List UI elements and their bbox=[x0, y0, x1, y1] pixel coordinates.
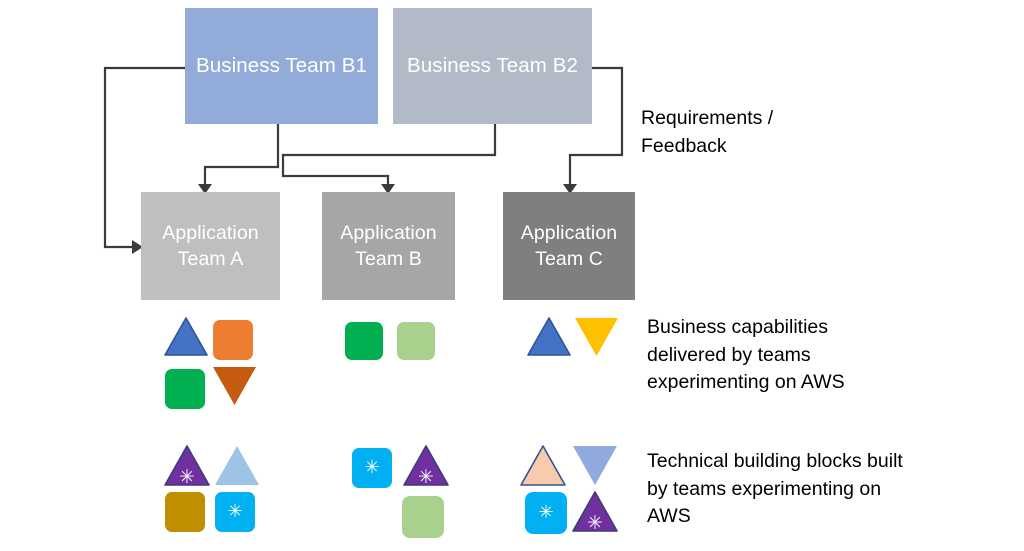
application-team-b-box[interactable]: Application Team B bbox=[322, 192, 455, 300]
wire-b2-to-team-b bbox=[281, 124, 497, 184]
triangle-up-blue-icon bbox=[164, 317, 208, 356]
legend-technical-building-blocks: Technical building blocks built by teams… bbox=[647, 450, 903, 528]
square-dark-gold-icon bbox=[165, 492, 205, 532]
square-cyan-asterisk-icon: ✳ bbox=[215, 492, 255, 532]
business-team-b1-box[interactable]: Business Team B1 bbox=[185, 8, 378, 124]
triangle-down-rust-icon bbox=[213, 367, 256, 405]
square-light-green-icon bbox=[402, 496, 444, 538]
application-team-a-label-line2: Team A bbox=[177, 248, 244, 270]
legend-business-capabilities: Business capabilities delivered by teams… bbox=[647, 316, 845, 394]
triangle-up-purple-asterisk-icon: ✳ bbox=[403, 445, 449, 487]
application-team-b-label-line1: Application bbox=[340, 221, 437, 244]
application-team-a-box[interactable]: Application Team A bbox=[141, 192, 280, 300]
triangle-down-yellow-icon bbox=[575, 318, 618, 356]
application-team-a-label-line1: Application bbox=[162, 221, 259, 244]
business-team-b1-label: Business Team B1 bbox=[195, 54, 367, 78]
application-team-b-label: Application Team B bbox=[340, 220, 437, 273]
triangle-up-purple-asterisk-icon: ✳ bbox=[164, 445, 210, 487]
triangle-up-light-blue-icon bbox=[215, 446, 259, 485]
application-team-a-label: Application Team A bbox=[162, 220, 259, 273]
application-team-c-label-line2: Team C bbox=[535, 248, 603, 270]
business-team-b2-box[interactable]: Business Team B2 bbox=[393, 8, 592, 124]
application-team-b-label-line2: Team B bbox=[355, 248, 422, 270]
application-team-c-box[interactable]: Application Team C bbox=[503, 192, 635, 300]
triangle-up-peach-icon bbox=[520, 445, 566, 486]
triangle-down-blue-icon bbox=[573, 446, 617, 485]
triangle-up-purple-asterisk-icon: ✳ bbox=[572, 491, 618, 533]
triangle-up-blue-icon bbox=[527, 317, 571, 356]
square-light-green-icon bbox=[397, 322, 435, 360]
application-team-c-label: Application Team C bbox=[521, 220, 618, 273]
diagram-canvas: Business Team B1 Business Team B2 Applic… bbox=[0, 0, 1024, 551]
square-green-icon bbox=[345, 322, 383, 360]
application-team-c-label-line1: Application bbox=[520, 221, 618, 244]
square-green-icon bbox=[165, 369, 205, 409]
requirements-feedback-label: Requirements / Feedback bbox=[641, 107, 774, 157]
wire-b1-to-team-a bbox=[203, 124, 280, 184]
square-orange-icon bbox=[213, 320, 253, 360]
square-cyan-asterisk-icon: ✳ bbox=[525, 492, 567, 534]
business-team-b2-label: Business Team B2 bbox=[406, 54, 578, 78]
square-cyan-asterisk-icon: ✳ bbox=[352, 448, 392, 488]
